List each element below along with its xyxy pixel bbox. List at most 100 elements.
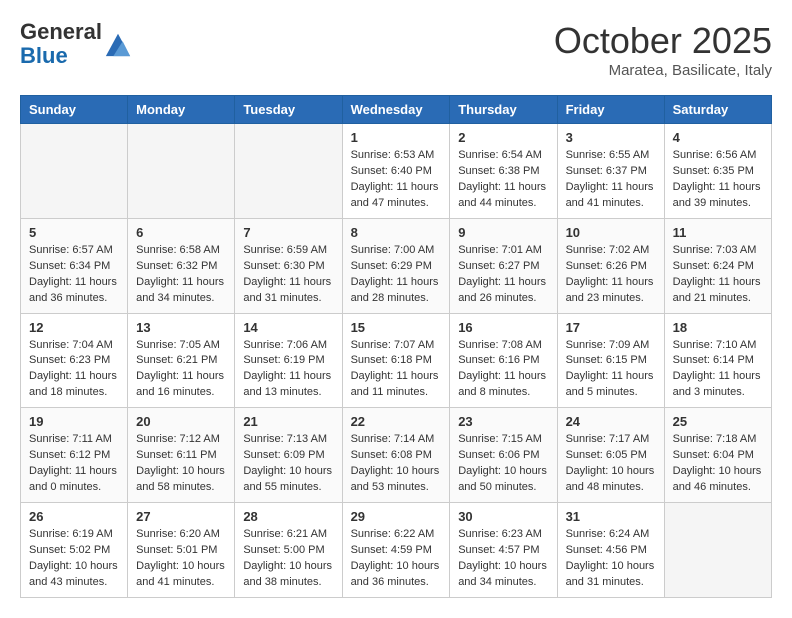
calendar-cell: 5Sunrise: 6:57 AM Sunset: 6:34 PM Daylig… bbox=[21, 218, 128, 313]
day-info: Sunrise: 7:02 AM Sunset: 6:26 PM Dayligh… bbox=[566, 243, 656, 307]
calendar-cell: 17 Sunrise: 7:09 AM Sunset: 6:15 PM Dayli… bbox=[557, 313, 664, 408]
header-saturday: Saturday bbox=[664, 96, 771, 124]
calendar-cell: 10 Sunrise: 7:02 AM Sunset: 6:26 PM Dayli… bbox=[557, 218, 664, 313]
calendar-week-0: 1Sunrise: 6:53 AM Sunset: 6:40 PM Daylig… bbox=[21, 124, 772, 219]
day-number: 14 bbox=[243, 320, 333, 335]
day-info: Sunrise: 7:01 AM Sunset: 6:27 PM Dayligh… bbox=[458, 243, 548, 307]
header-sunday: Sunday bbox=[21, 96, 128, 124]
day-number: 9 bbox=[458, 225, 548, 240]
header-thursday: Thursday bbox=[450, 96, 557, 124]
day-info: Sunrise: 7:14 AM Sunset: 6:08 PM Dayligh… bbox=[351, 432, 442, 496]
calendar-cell: 8Sunrise: 7:00 AM Sunset: 6:29 PM Daylig… bbox=[342, 218, 450, 313]
calendar-cell: 19 Sunrise: 7:11 AM Sunset: 6:12 PM Dayli… bbox=[21, 408, 128, 503]
day-info: Sunrise: 7:11 AM Sunset: 6:12 PM Dayligh… bbox=[29, 432, 119, 496]
day-info: Sunrise: 7:15 AM Sunset: 6:06 PM Dayligh… bbox=[458, 432, 548, 496]
day-number: 30 bbox=[458, 509, 548, 524]
calendar-cell: 22 Sunrise: 7:14 AM Sunset: 6:08 PM Dayli… bbox=[342, 408, 450, 503]
day-number: 25 bbox=[673, 414, 763, 429]
day-info: Sunrise: 7:09 AM Sunset: 6:15 PM Dayligh… bbox=[566, 338, 656, 402]
day-number: 26 bbox=[29, 509, 119, 524]
calendar-cell: 6 Sunrise: 6:58 AM Sunset: 6:32 PM Daylig… bbox=[128, 218, 235, 313]
day-number: 17 bbox=[566, 320, 656, 335]
day-number: 23 bbox=[458, 414, 548, 429]
day-number: 18 bbox=[673, 320, 763, 335]
calendar-cell: 20 Sunrise: 7:12 AM Sunset: 6:11 PM Dayli… bbox=[128, 408, 235, 503]
day-info: Sunrise: 6:20 AM Sunset: 5:01 PM Dayligh… bbox=[136, 527, 226, 591]
logo: General Blue bbox=[20, 20, 132, 68]
day-info: Sunrise: 7:07 AM Sunset: 6:18 PM Dayligh… bbox=[351, 338, 442, 402]
calendar-cell: 31 Sunrise: 6:24 AM Sunset: 4:56 PM Dayli… bbox=[557, 503, 664, 598]
day-info: Sunrise: 7:13 AM Sunset: 6:09 PM Dayligh… bbox=[243, 432, 333, 496]
day-number: 28 bbox=[243, 509, 333, 524]
day-number: 16 bbox=[458, 320, 548, 335]
logo-icon bbox=[104, 30, 132, 58]
day-number: 19 bbox=[29, 414, 119, 429]
day-info: Sunrise: 7:04 AM Sunset: 6:23 PM Dayligh… bbox=[29, 338, 119, 402]
logo-general: General bbox=[20, 19, 102, 44]
day-number: 27 bbox=[136, 509, 226, 524]
header-tuesday: Tuesday bbox=[235, 96, 342, 124]
calendar-cell: 21 Sunrise: 7:13 AM Sunset: 6:09 PM Dayli… bbox=[235, 408, 342, 503]
calendar-cell: 9 Sunrise: 7:01 AM Sunset: 6:27 PM Daylig… bbox=[450, 218, 557, 313]
day-number: 29 bbox=[351, 509, 442, 524]
day-number: 10 bbox=[566, 225, 656, 240]
day-number: 15 bbox=[351, 320, 442, 335]
calendar-cell: 1Sunrise: 6:53 AM Sunset: 6:40 PM Daylig… bbox=[342, 124, 450, 219]
calendar-week-2: 12 Sunrise: 7:04 AM Sunset: 6:23 PM Dayli… bbox=[21, 313, 772, 408]
calendar-cell: 24Sunrise: 7:17 AM Sunset: 6:05 PM Dayli… bbox=[557, 408, 664, 503]
header-friday: Friday bbox=[557, 96, 664, 124]
calendar-cell: 2 Sunrise: 6:54 AM Sunset: 6:38 PM Daylig… bbox=[450, 124, 557, 219]
calendar-cell: 18 Sunrise: 7:10 AM Sunset: 6:14 PM Dayli… bbox=[664, 313, 771, 408]
calendar-cell bbox=[664, 503, 771, 598]
calendar-cell: 26 Sunrise: 6:19 AM Sunset: 5:02 PM Dayli… bbox=[21, 503, 128, 598]
calendar-cell: 3 Sunrise: 6:55 AM Sunset: 6:37 PM Daylig… bbox=[557, 124, 664, 219]
day-info: Sunrise: 7:10 AM Sunset: 6:14 PM Dayligh… bbox=[673, 338, 763, 402]
day-number: 20 bbox=[136, 414, 226, 429]
location-subtitle: Maratea, Basilicate, Italy bbox=[554, 62, 772, 79]
day-info: Sunrise: 7:03 AM Sunset: 6:24 PM Dayligh… bbox=[673, 243, 763, 307]
day-number: 12 bbox=[29, 320, 119, 335]
day-info: Sunrise: 7:12 AM Sunset: 6:11 PM Dayligh… bbox=[136, 432, 226, 496]
day-number: 1 bbox=[351, 130, 442, 145]
calendar-cell: 25Sunrise: 7:18 AM Sunset: 6:04 PM Dayli… bbox=[664, 408, 771, 503]
calendar-week-4: 26 Sunrise: 6:19 AM Sunset: 5:02 PM Dayli… bbox=[21, 503, 772, 598]
day-number: 7 bbox=[243, 225, 333, 240]
calendar-cell: 28Sunrise: 6:21 AM Sunset: 5:00 PM Dayli… bbox=[235, 503, 342, 598]
page-header: General Blue October 2025 Maratea, Basil… bbox=[20, 20, 772, 79]
calendar-cell: 27 Sunrise: 6:20 AM Sunset: 5:01 PM Dayli… bbox=[128, 503, 235, 598]
calendar-cell: 12 Sunrise: 7:04 AM Sunset: 6:23 PM Dayli… bbox=[21, 313, 128, 408]
day-info: Sunrise: 6:55 AM Sunset: 6:37 PM Dayligh… bbox=[566, 148, 656, 212]
day-info: Sunrise: 6:59 AM Sunset: 6:30 PM Dayligh… bbox=[243, 243, 333, 307]
day-info: Sunrise: 6:58 AM Sunset: 6:32 PM Dayligh… bbox=[136, 243, 226, 307]
calendar-cell bbox=[128, 124, 235, 219]
day-info: Sunrise: 6:56 AM Sunset: 6:35 PM Dayligh… bbox=[673, 148, 763, 212]
day-info: Sunrise: 6:19 AM Sunset: 5:02 PM Dayligh… bbox=[29, 527, 119, 591]
day-number: 22 bbox=[351, 414, 442, 429]
calendar-cell: 23 Sunrise: 7:15 AM Sunset: 6:06 PM Dayli… bbox=[450, 408, 557, 503]
day-info: Sunrise: 6:22 AM Sunset: 4:59 PM Dayligh… bbox=[351, 527, 442, 591]
day-number: 6 bbox=[136, 225, 226, 240]
day-info: Sunrise: 6:54 AM Sunset: 6:38 PM Dayligh… bbox=[458, 148, 548, 212]
day-info: Sunrise: 7:17 AM Sunset: 6:05 PM Dayligh… bbox=[566, 432, 656, 496]
day-number: 4 bbox=[673, 130, 763, 145]
day-number: 3 bbox=[566, 130, 656, 145]
calendar-header-row: SundayMondayTuesdayWednesdayThursdayFrid… bbox=[21, 96, 772, 124]
day-number: 2 bbox=[458, 130, 548, 145]
day-number: 5 bbox=[29, 225, 119, 240]
header-wednesday: Wednesday bbox=[342, 96, 450, 124]
day-info: Sunrise: 7:00 AM Sunset: 6:29 PM Dayligh… bbox=[351, 243, 442, 307]
day-info: Sunrise: 6:24 AM Sunset: 4:56 PM Dayligh… bbox=[566, 527, 656, 591]
header-monday: Monday bbox=[128, 96, 235, 124]
calendar-cell: 4 Sunrise: 6:56 AM Sunset: 6:35 PM Daylig… bbox=[664, 124, 771, 219]
calendar-table: SundayMondayTuesdayWednesdayThursdayFrid… bbox=[20, 95, 772, 598]
calendar-cell: 7 Sunrise: 6:59 AM Sunset: 6:30 PM Daylig… bbox=[235, 218, 342, 313]
calendar-cell bbox=[21, 124, 128, 219]
calendar-cell: 15 Sunrise: 7:07 AM Sunset: 6:18 PM Dayli… bbox=[342, 313, 450, 408]
day-number: 13 bbox=[136, 320, 226, 335]
day-number: 21 bbox=[243, 414, 333, 429]
day-info: Sunrise: 7:08 AM Sunset: 6:16 PM Dayligh… bbox=[458, 338, 548, 402]
day-number: 31 bbox=[566, 509, 656, 524]
calendar-cell: 13Sunrise: 7:05 AM Sunset: 6:21 PM Dayli… bbox=[128, 313, 235, 408]
day-info: Sunrise: 7:06 AM Sunset: 6:19 PM Dayligh… bbox=[243, 338, 333, 402]
calendar-cell: 11Sunrise: 7:03 AM Sunset: 6:24 PM Dayli… bbox=[664, 218, 771, 313]
